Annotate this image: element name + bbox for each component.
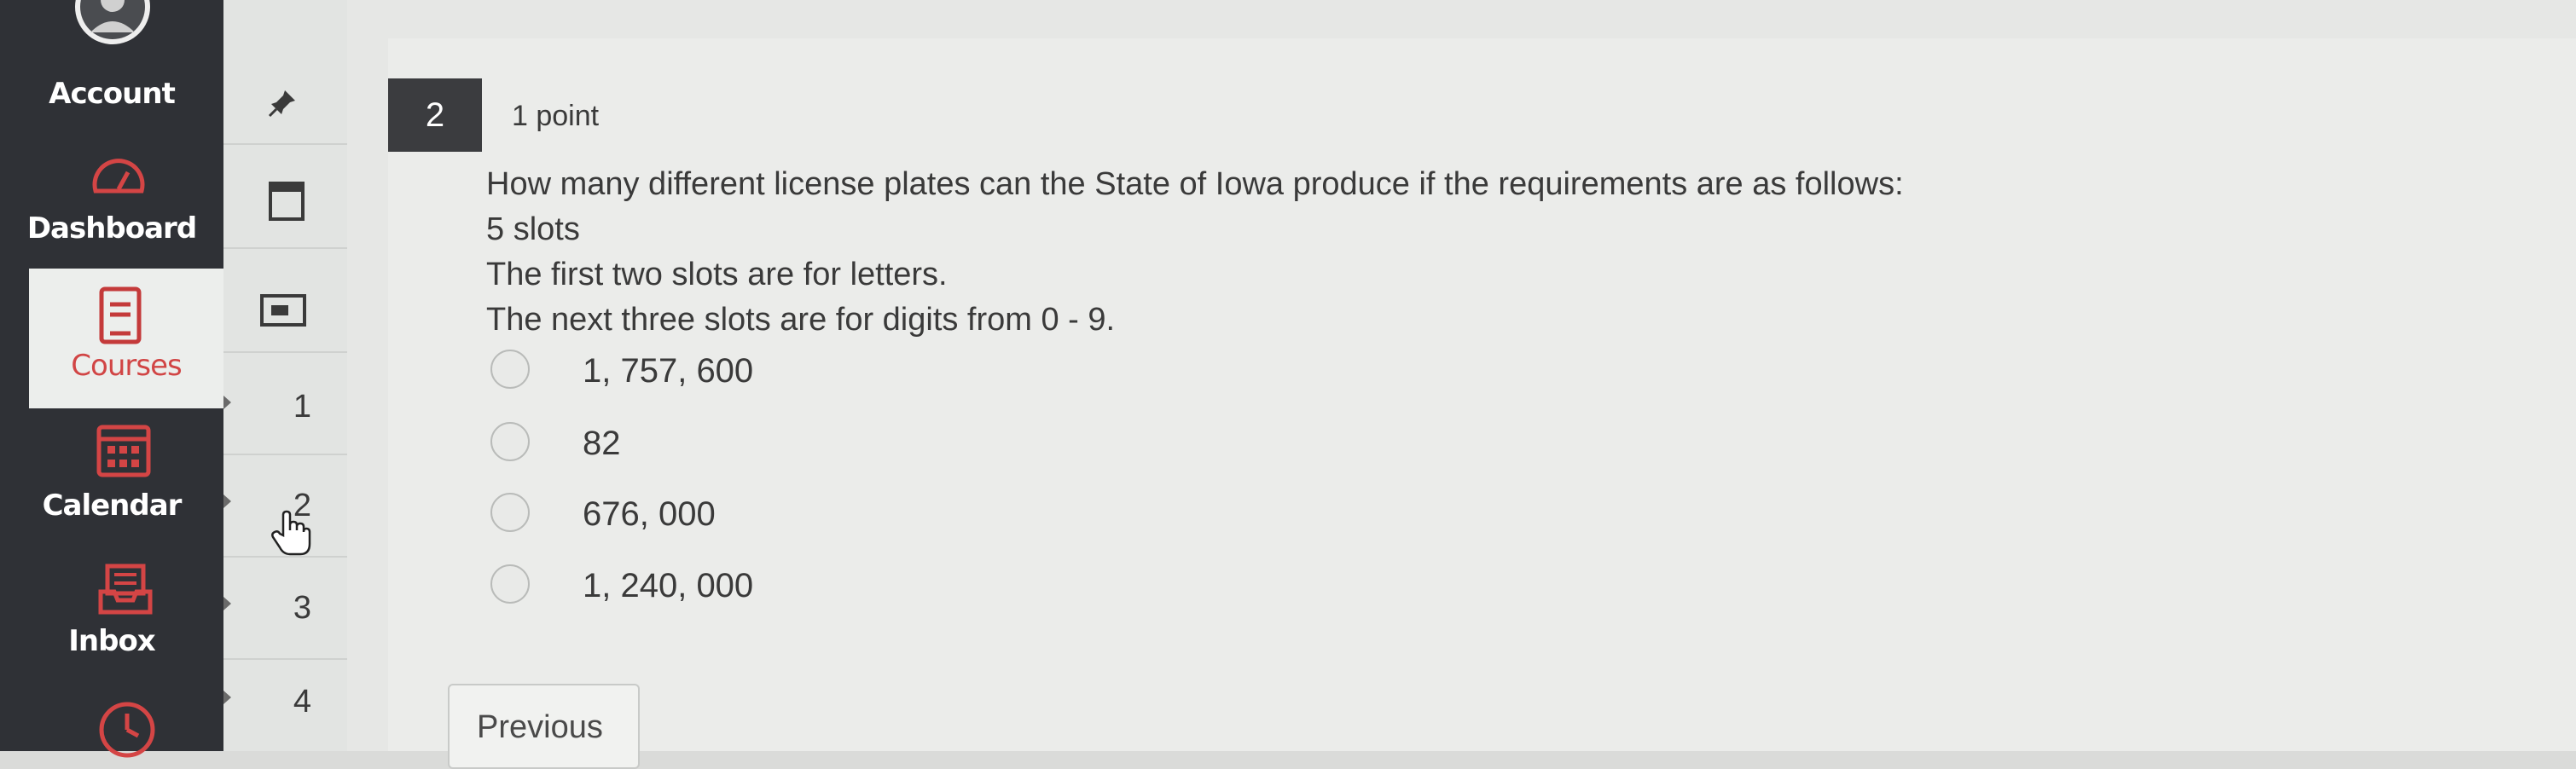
media-icon [260, 294, 306, 327]
question-link-number: 4 [293, 684, 312, 720]
nav-calendar-label: Calendar [42, 489, 183, 523]
radio-button[interactable] [490, 564, 530, 604]
question-line: The first two slots are for letters. [486, 257, 948, 292]
nav-courses-label: Courses [71, 349, 182, 383]
nav-dashboard-label: Dashboard [26, 211, 197, 246]
question-link-4[interactable]: 4 [223, 660, 347, 751]
answer-option-4[interactable]: 1, 240, 000 [490, 560, 1088, 611]
user-avatar-icon [75, 0, 150, 44]
question-line: The next three slots are for digits from… [486, 302, 1116, 338]
answer-option-1[interactable]: 1, 757, 600 [490, 345, 1088, 396]
radio-button[interactable] [490, 350, 530, 389]
answer-option-3[interactable]: 676, 000 [490, 489, 1088, 540]
chevron-right-icon [223, 494, 231, 508]
question-points: 1 point [512, 100, 600, 132]
question-link-2[interactable]: 2 [223, 455, 347, 558]
question-link-number: 1 [293, 389, 312, 425]
bookmark-icon [269, 182, 305, 221]
answer-option-2[interactable]: 82 [490, 418, 1088, 469]
hand-pointer-icon [271, 510, 311, 556]
nav-inbox[interactable]: Inbox [0, 554, 223, 691]
nav-inbox-label: Inbox [68, 624, 155, 658]
nav-courses[interactable]: Courses [0, 269, 223, 408]
question-link-3[interactable]: 3 [223, 558, 347, 660]
answer-label: 676, 000 [583, 495, 716, 533]
nav-calendar[interactable]: Calendar [0, 413, 223, 554]
chevron-right-icon [223, 396, 231, 409]
question-link-number: 3 [293, 590, 312, 626]
pin-row[interactable] [223, 0, 347, 145]
question-navigator: 1 2 3 4 [223, 0, 349, 751]
global-nav: Account Dashboard Courses Calendar Inbox [0, 0, 223, 758]
question-line: 5 slots [486, 211, 580, 247]
nav-account-label: Account [49, 77, 176, 111]
question-text: How many different license plates can th… [486, 162, 2192, 343]
nav-dashboard[interactable]: Dashboard [0, 136, 223, 264]
answer-label: 1, 757, 600 [583, 352, 754, 390]
chevron-right-icon [223, 691, 231, 704]
nav-history[interactable] [0, 695, 223, 758]
flag-row[interactable] [223, 145, 347, 249]
nav-account[interactable]: Account [0, 0, 223, 128]
previous-button[interactable]: Previous [448, 684, 640, 769]
radio-button[interactable] [490, 422, 530, 461]
question-line: How many different license plates can th… [486, 166, 1904, 202]
answer-label: 1, 240, 000 [583, 567, 754, 604]
answer-label: 82 [583, 425, 621, 462]
video-row[interactable] [223, 249, 347, 353]
speedometer-icon [92, 159, 145, 194]
pin-icon [268, 90, 295, 118]
radio-button[interactable] [490, 493, 530, 532]
inbox-icon [98, 564, 153, 615]
question-number-badge: 2 [388, 78, 482, 152]
question-link-1[interactable]: 1 [223, 353, 347, 455]
calendar-icon [96, 425, 151, 477]
chevron-right-icon [223, 597, 231, 610]
book-icon [99, 286, 142, 344]
